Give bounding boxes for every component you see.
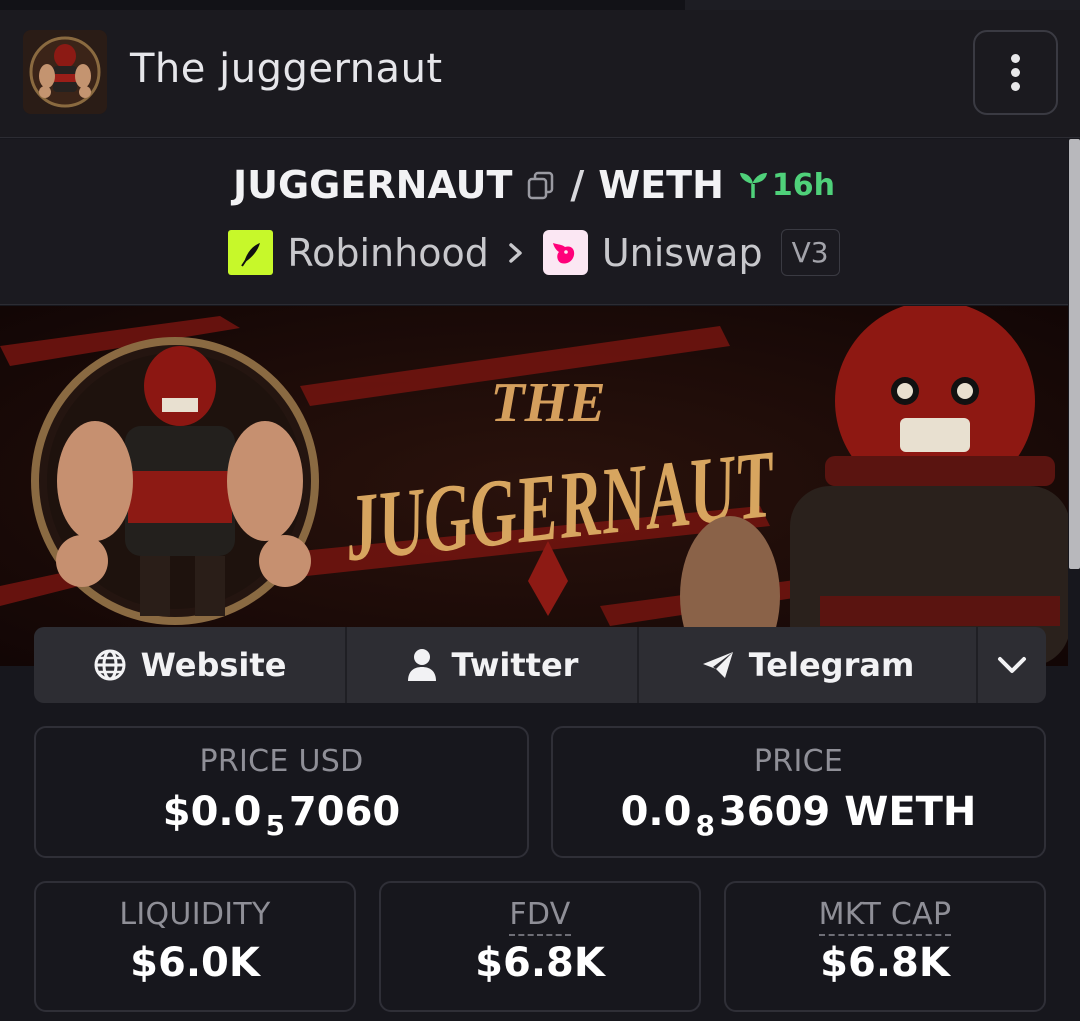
- header: The juggernaut: [0, 10, 1080, 138]
- quote-token-symbol: WETH: [598, 163, 724, 207]
- dex-name[interactable]: Uniswap: [602, 231, 763, 275]
- telegram-link[interactable]: Telegram: [639, 627, 978, 703]
- liquidity-value: $6.0K: [130, 940, 260, 986]
- globe-icon: [94, 649, 126, 681]
- dex-version-badge: V3: [780, 229, 840, 276]
- price-native-zero-count: 8: [695, 809, 715, 842]
- page-title: The juggernaut: [130, 46, 443, 92]
- pair-row: JUGGERNAUT / WETH 16h: [0, 163, 1068, 207]
- price-usd-card: PRICE USD $0.0 5 7060: [34, 726, 529, 858]
- pair-age-text: 16h: [771, 167, 836, 203]
- chevron-down-icon: [998, 657, 1026, 673]
- price-native-label: PRICE: [753, 744, 844, 779]
- uniswap-logo-icon: [542, 230, 588, 275]
- sprout-icon: [739, 173, 767, 198]
- more-links-button[interactable]: [978, 627, 1046, 703]
- twitter-link[interactable]: Twitter: [347, 627, 639, 703]
- pair-info: JUGGERNAUT / WETH 16h Robinhood Uniswap …: [0, 139, 1068, 305]
- banner-title-line1: THE: [490, 372, 605, 434]
- robinhood-logo-icon: [228, 230, 274, 275]
- telegram-label: Telegram: [748, 646, 915, 684]
- mkt-cap-label: MKT CAP: [818, 897, 952, 936]
- price-usd-label: PRICE USD: [199, 744, 364, 779]
- menu-button[interactable]: [973, 30, 1058, 115]
- token-banner: THE JUGGERNAUT: [0, 306, 1068, 666]
- fdv-value: $6.8K: [475, 940, 605, 986]
- token-avatar: [23, 30, 107, 114]
- send-icon: [702, 652, 733, 678]
- pair-separator: /: [570, 163, 585, 207]
- liquidity-label: LIQUIDITY: [119, 897, 271, 932]
- price-native-card: PRICE 0.0 8 3609 WETH: [551, 726, 1046, 858]
- mkt-cap-value: $6.8K: [820, 940, 950, 986]
- website-link[interactable]: Website: [34, 627, 347, 703]
- social-links-bar: Website Twitter Telegram: [34, 627, 1046, 703]
- scrollbar[interactable]: [1069, 139, 1080, 569]
- base-token-symbol: JUGGERNAUT: [232, 163, 513, 207]
- mkt-cap-card[interactable]: MKT CAP $6.8K: [724, 881, 1046, 1012]
- copy-icon[interactable]: [526, 170, 556, 200]
- chain-name[interactable]: Robinhood: [287, 231, 488, 275]
- liquidity-card: LIQUIDITY $6.0K: [34, 881, 356, 1012]
- pair-age: 16h: [738, 168, 835, 203]
- user-icon: [407, 649, 436, 681]
- menu-icon: [1011, 54, 1020, 63]
- chevron-right-icon: [509, 242, 522, 263]
- price-usd-zero-count: 5: [265, 809, 285, 842]
- route-row: Robinhood Uniswap V3: [0, 229, 1068, 276]
- top-strip: [0, 0, 1080, 10]
- website-label: Website: [140, 646, 287, 684]
- fdv-label: FDV: [509, 897, 571, 936]
- price-usd-value: $0.0 5 7060: [162, 789, 401, 842]
- price-native-value: 0.0 8 3609 WETH: [620, 789, 977, 842]
- twitter-label: Twitter: [451, 646, 579, 684]
- fdv-card[interactable]: FDV $6.8K: [379, 881, 701, 1012]
- token-page: The juggernaut JUGGERNAUT / WETH 16h Rob…: [0, 0, 1080, 1021]
